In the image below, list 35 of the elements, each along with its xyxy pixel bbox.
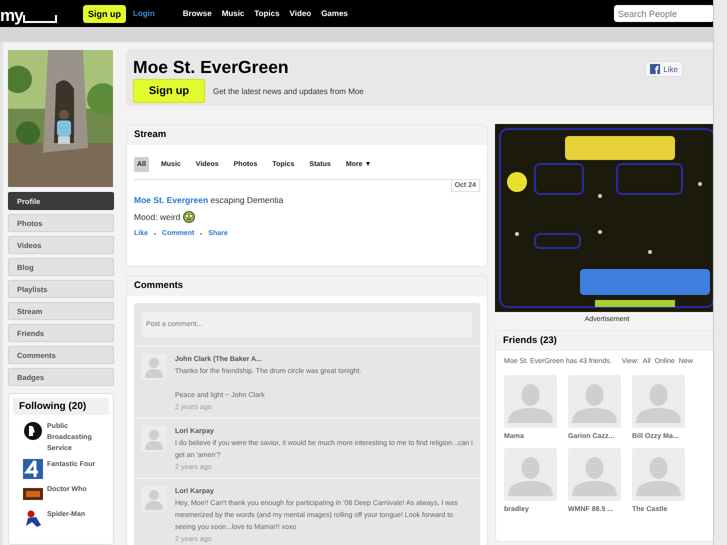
nav-link[interactable]: Topics (254, 9, 280, 18)
panel-title: Comments (127, 276, 487, 296)
nav-link[interactable]: Video (290, 9, 312, 18)
sign-up-button[interactable]: Sign up (133, 79, 205, 103)
search-field[interactable]: Search People (614, 5, 714, 22)
underline-icon (22, 14, 57, 22)
tagline: Get the latest news and updates from Moe (213, 86, 364, 96)
nav-link[interactable]: Browse (182, 9, 212, 18)
facebook-icon (650, 64, 660, 74)
avatar-icon[interactable] (632, 448, 685, 501)
head-profile-icon (23, 421, 43, 441)
scrollbar[interactable] (713, 0, 727, 545)
site-logo[interactable]: my (0, 6, 23, 24)
login-link[interactable]: Login (133, 9, 155, 18)
avatar-icon (141, 486, 167, 512)
post-text: escaping Dementia (210, 195, 284, 205)
profile-name: Moe St. EverGreen (133, 57, 290, 78)
avatar-icon[interactable] (568, 375, 621, 428)
mood-text: Mood: weird (134, 212, 180, 222)
like-button[interactable]: Like (645, 61, 683, 77)
panel-title: Stream (127, 125, 487, 145)
avatar-icon[interactable] (504, 448, 557, 501)
nav-link[interactable]: Music (222, 9, 244, 18)
avatar-icon[interactable] (504, 375, 557, 428)
sign-up-button[interactable]: Sign up (83, 4, 126, 22)
avatar-icon (141, 354, 167, 380)
nav-link[interactable]: Games (321, 9, 348, 18)
avatar-icon[interactable] (632, 375, 685, 428)
avatar-icon[interactable] (568, 448, 621, 501)
following-title: Following (20) (13, 398, 109, 415)
hero-figure-icon (23, 509, 43, 529)
smiley-icon (183, 211, 196, 223)
number-logo-icon (23, 459, 43, 479)
author-link[interactable]: Moe St. Evergreen (134, 195, 208, 205)
avatar-icon (141, 426, 167, 452)
